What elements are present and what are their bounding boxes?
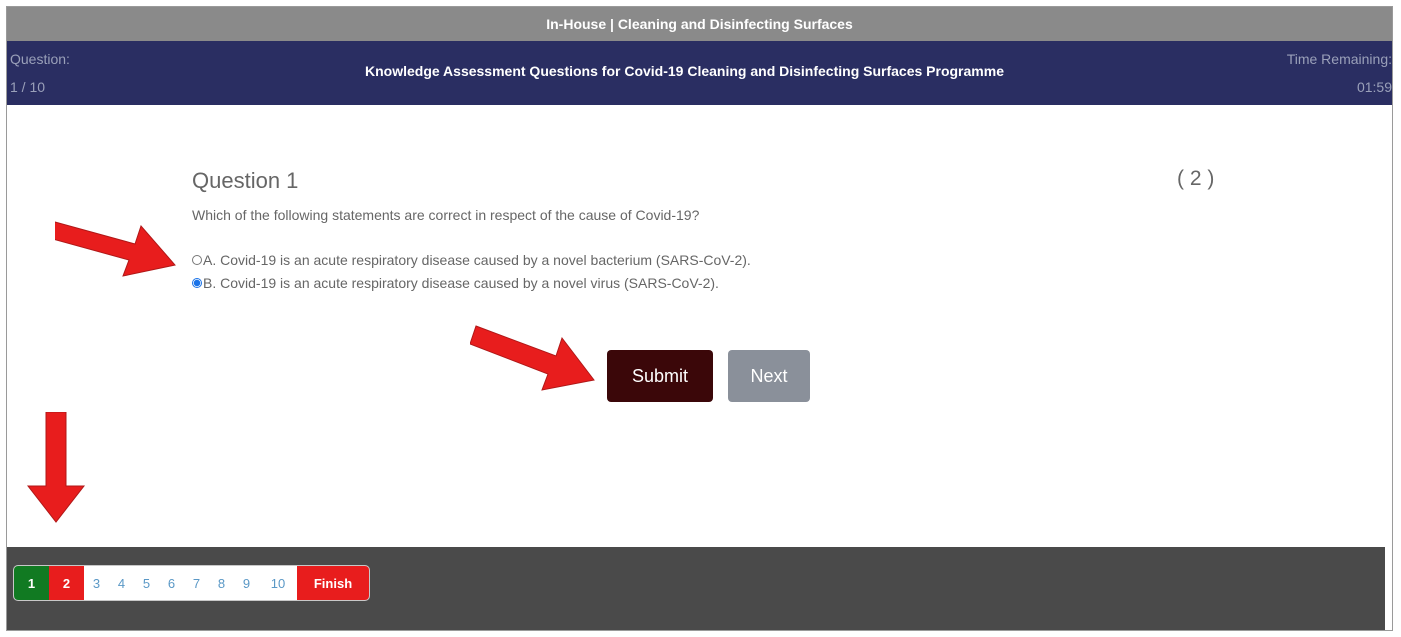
submit-button[interactable]: Submit — [607, 350, 713, 402]
time-remaining-value: 01:59 — [1356, 79, 1392, 95]
page-4-button[interactable]: 4 — [109, 566, 134, 600]
page-7-button[interactable]: 7 — [184, 566, 209, 600]
page-10-button[interactable]: 10 — [259, 566, 297, 600]
assessment-window: In-House | Cleaning and Disinfecting Sur… — [6, 6, 1393, 631]
question-pager: 1 2 3 4 5 6 7 8 9 10 Finish — [13, 565, 370, 601]
page-3-button[interactable]: 3 — [84, 566, 109, 600]
question-marks: ( 2 ) — [1177, 167, 1215, 190]
option-b[interactable]: B. Covid-19 is an acute respiratory dise… — [192, 275, 719, 291]
red-arrow-icon — [26, 412, 86, 523]
page-6-button[interactable]: 6 — [159, 566, 184, 600]
assessment-header: Question: 1 / 10 Knowledge Assessment Qu… — [7, 41, 1392, 105]
option-a[interactable]: A. Covid-19 is an acute respiratory dise… — [192, 252, 751, 268]
finish-button[interactable]: Finish — [297, 566, 369, 600]
course-title-bar: In-House | Cleaning and Disinfecting Sur… — [7, 7, 1392, 41]
assessment-title: Knowledge Assessment Questions for Covid… — [365, 63, 1004, 79]
option-b-radio[interactable] — [192, 278, 202, 288]
option-b-label: B. Covid-19 is an acute respiratory dise… — [203, 275, 719, 291]
question-heading: Question 1 — [192, 168, 299, 193]
page-9-button[interactable]: 9 — [234, 566, 259, 600]
time-remaining-label: Time Remaining: — [1286, 51, 1392, 67]
option-a-label: A. Covid-19 is an acute respiratory dise… — [203, 252, 751, 268]
question-text: Which of the following statements are co… — [192, 207, 700, 223]
option-a-radio[interactable] — [192, 255, 202, 265]
page-1-button[interactable]: 1 — [14, 566, 49, 600]
red-arrow-icon — [55, 221, 176, 277]
page-2-button[interactable]: 2 — [49, 566, 84, 600]
question-navigator-bar: 1 2 3 4 5 6 7 8 9 10 Finish — [7, 547, 1385, 630]
next-button[interactable]: Next — [728, 350, 810, 402]
page-5-button[interactable]: 5 — [134, 566, 159, 600]
question-counter: 1 / 10 — [10, 79, 46, 95]
red-arrow-icon — [470, 325, 595, 391]
page-8-button[interactable]: 8 — [209, 566, 234, 600]
course-title: In-House | Cleaning and Disinfecting Sur… — [546, 16, 853, 32]
